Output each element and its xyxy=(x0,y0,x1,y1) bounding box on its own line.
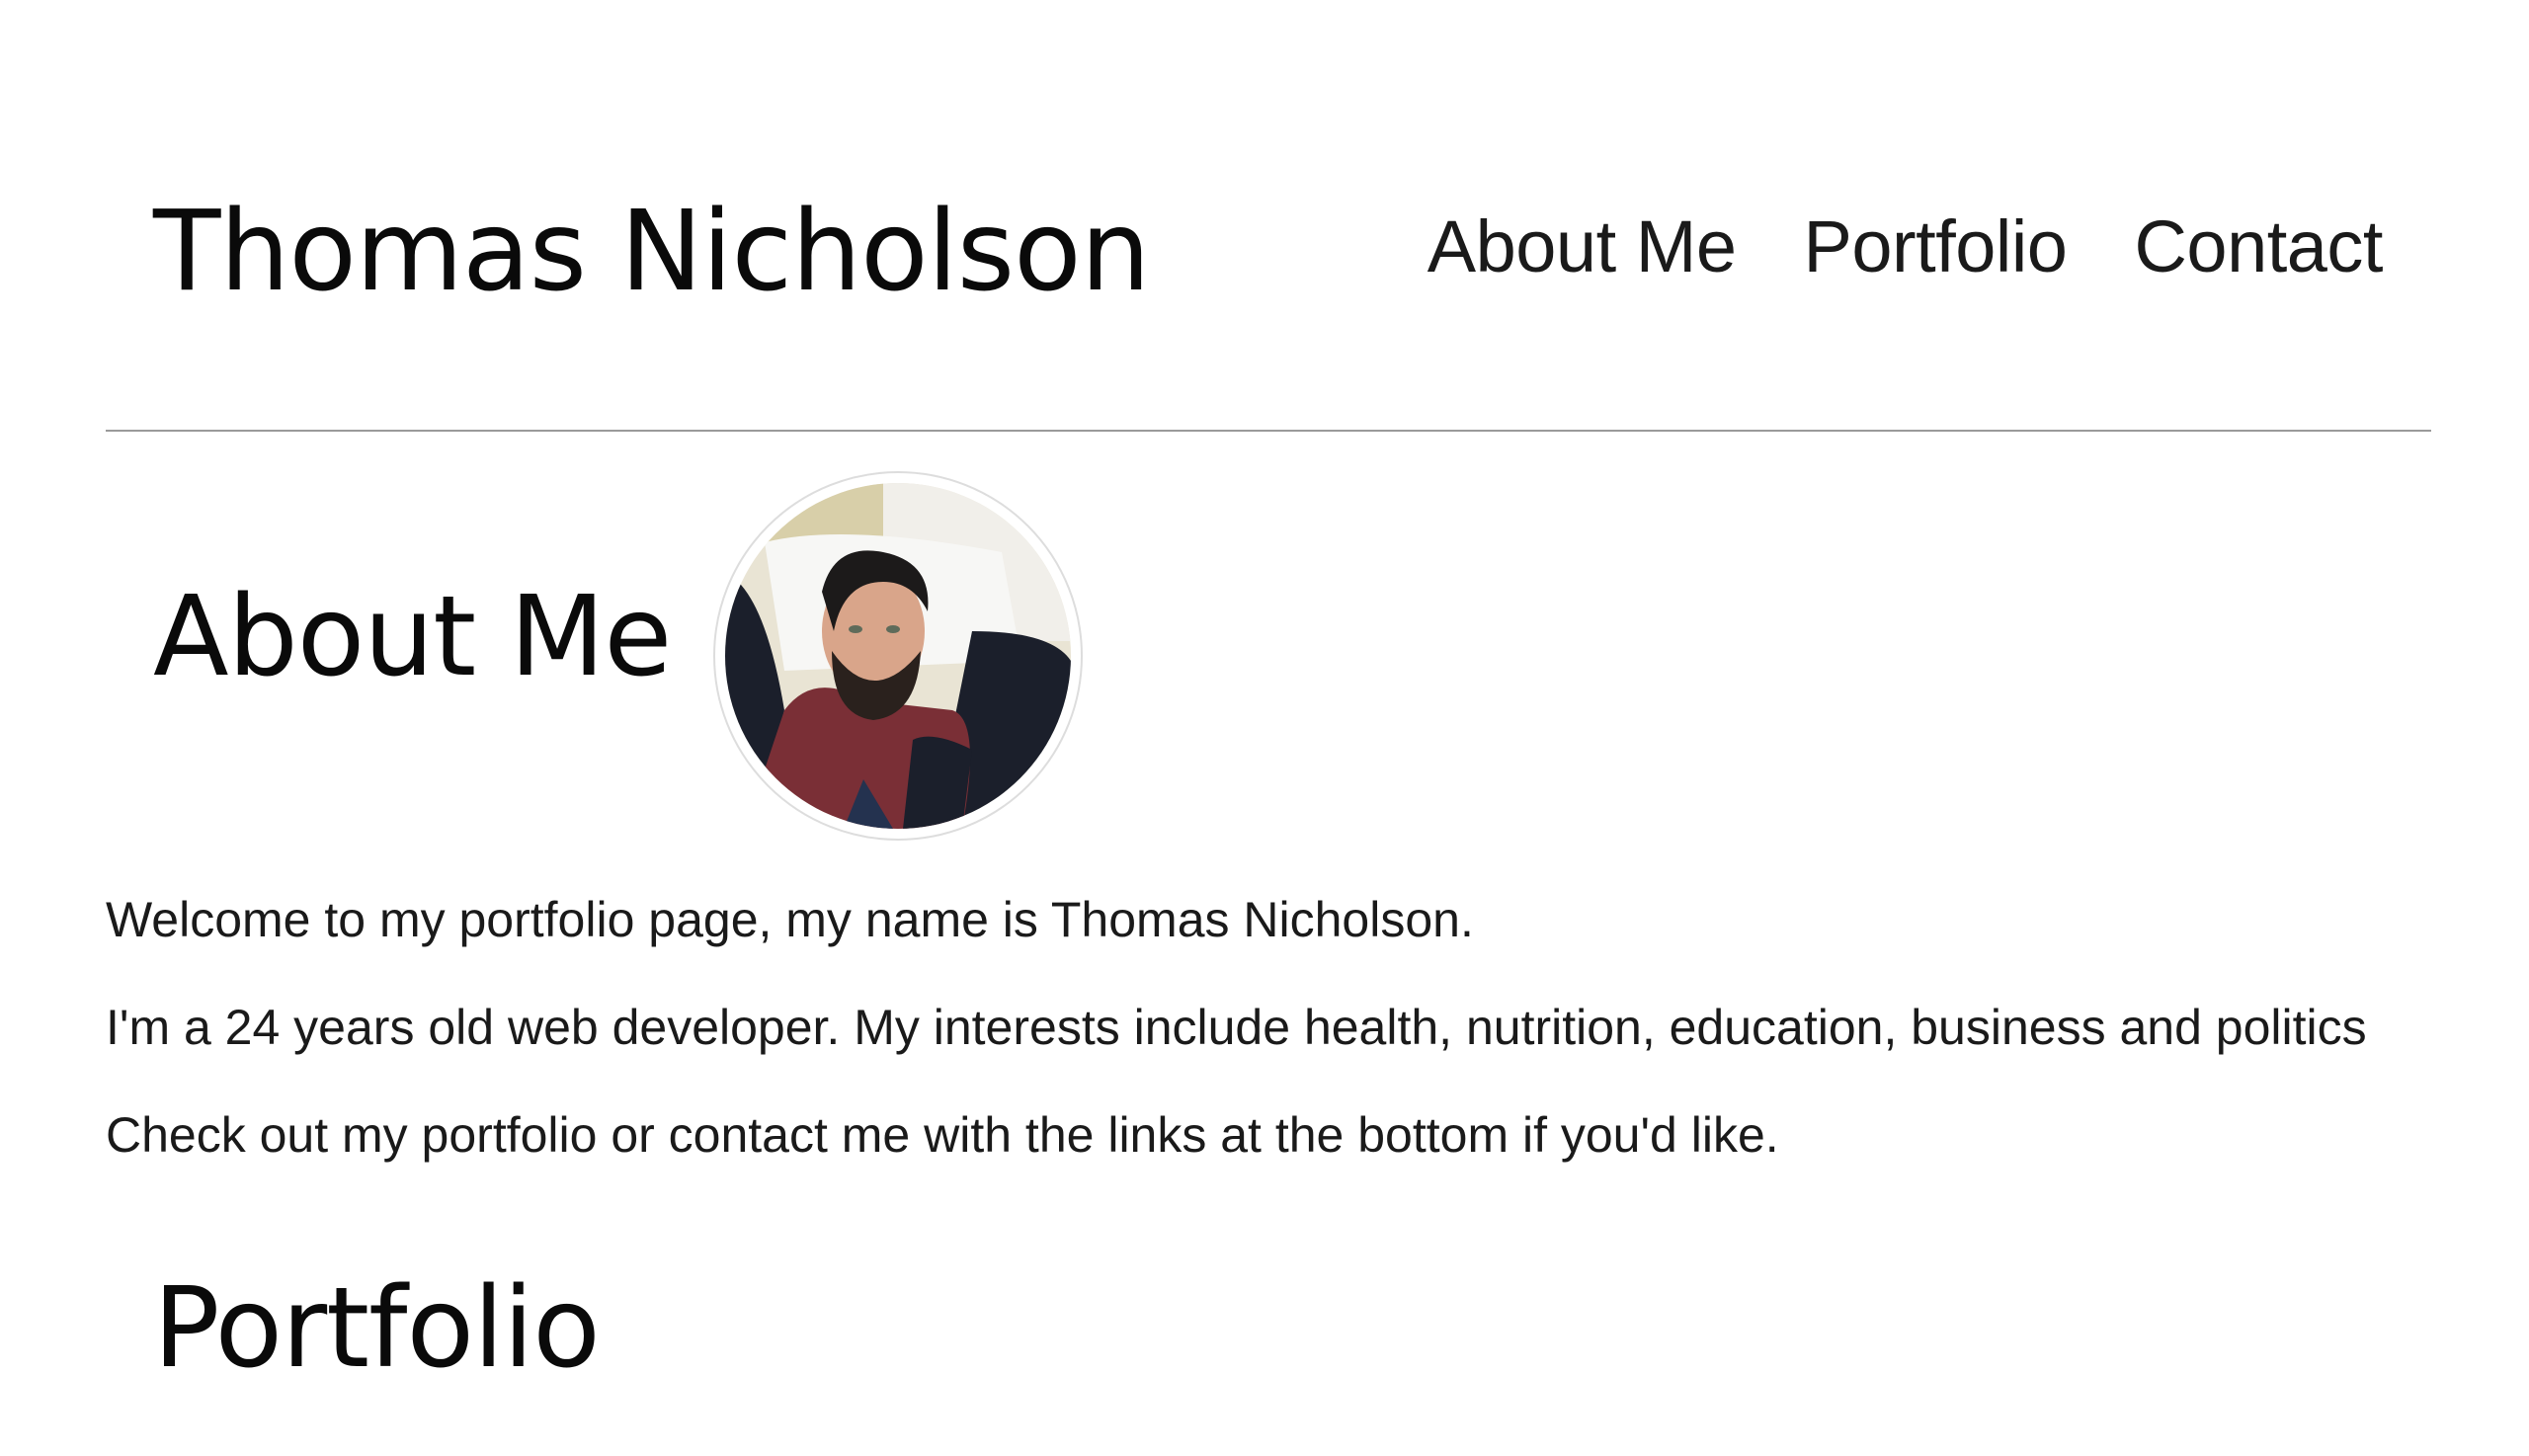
intro-paragraph-3: Check out my portfolio or contact me wit… xyxy=(106,1107,1779,1163)
nav-link-contact[interactable]: Contact xyxy=(2134,198,2383,296)
nav-link-portfolio[interactable]: Portfolio xyxy=(1804,198,2068,296)
nav-link-about-me[interactable]: About Me xyxy=(1428,198,1737,296)
main-nav: About Me Portfolio Contact xyxy=(1428,198,2384,296)
intro-paragraph-2: I'm a 24 years old web developer. My int… xyxy=(106,1000,2367,1055)
avatar xyxy=(713,471,1083,841)
portfolio-heading: Portfolio xyxy=(153,1264,601,1393)
site-header: Thomas Nicholson About Me Portfolio Cont… xyxy=(0,0,2529,431)
intro-paragraph-1: Welcome to my portfolio page, my name is… xyxy=(106,892,1474,947)
profile-photo xyxy=(725,483,1071,829)
about-intro: Welcome to my portfolio page, my name is… xyxy=(106,887,2457,1210)
header-divider xyxy=(106,430,2431,432)
site-title[interactable]: Thomas Nicholson xyxy=(153,178,1151,326)
about-me-heading: About Me xyxy=(153,573,672,701)
page: Thomas Nicholson About Me Portfolio Cont… xyxy=(0,0,2529,1456)
